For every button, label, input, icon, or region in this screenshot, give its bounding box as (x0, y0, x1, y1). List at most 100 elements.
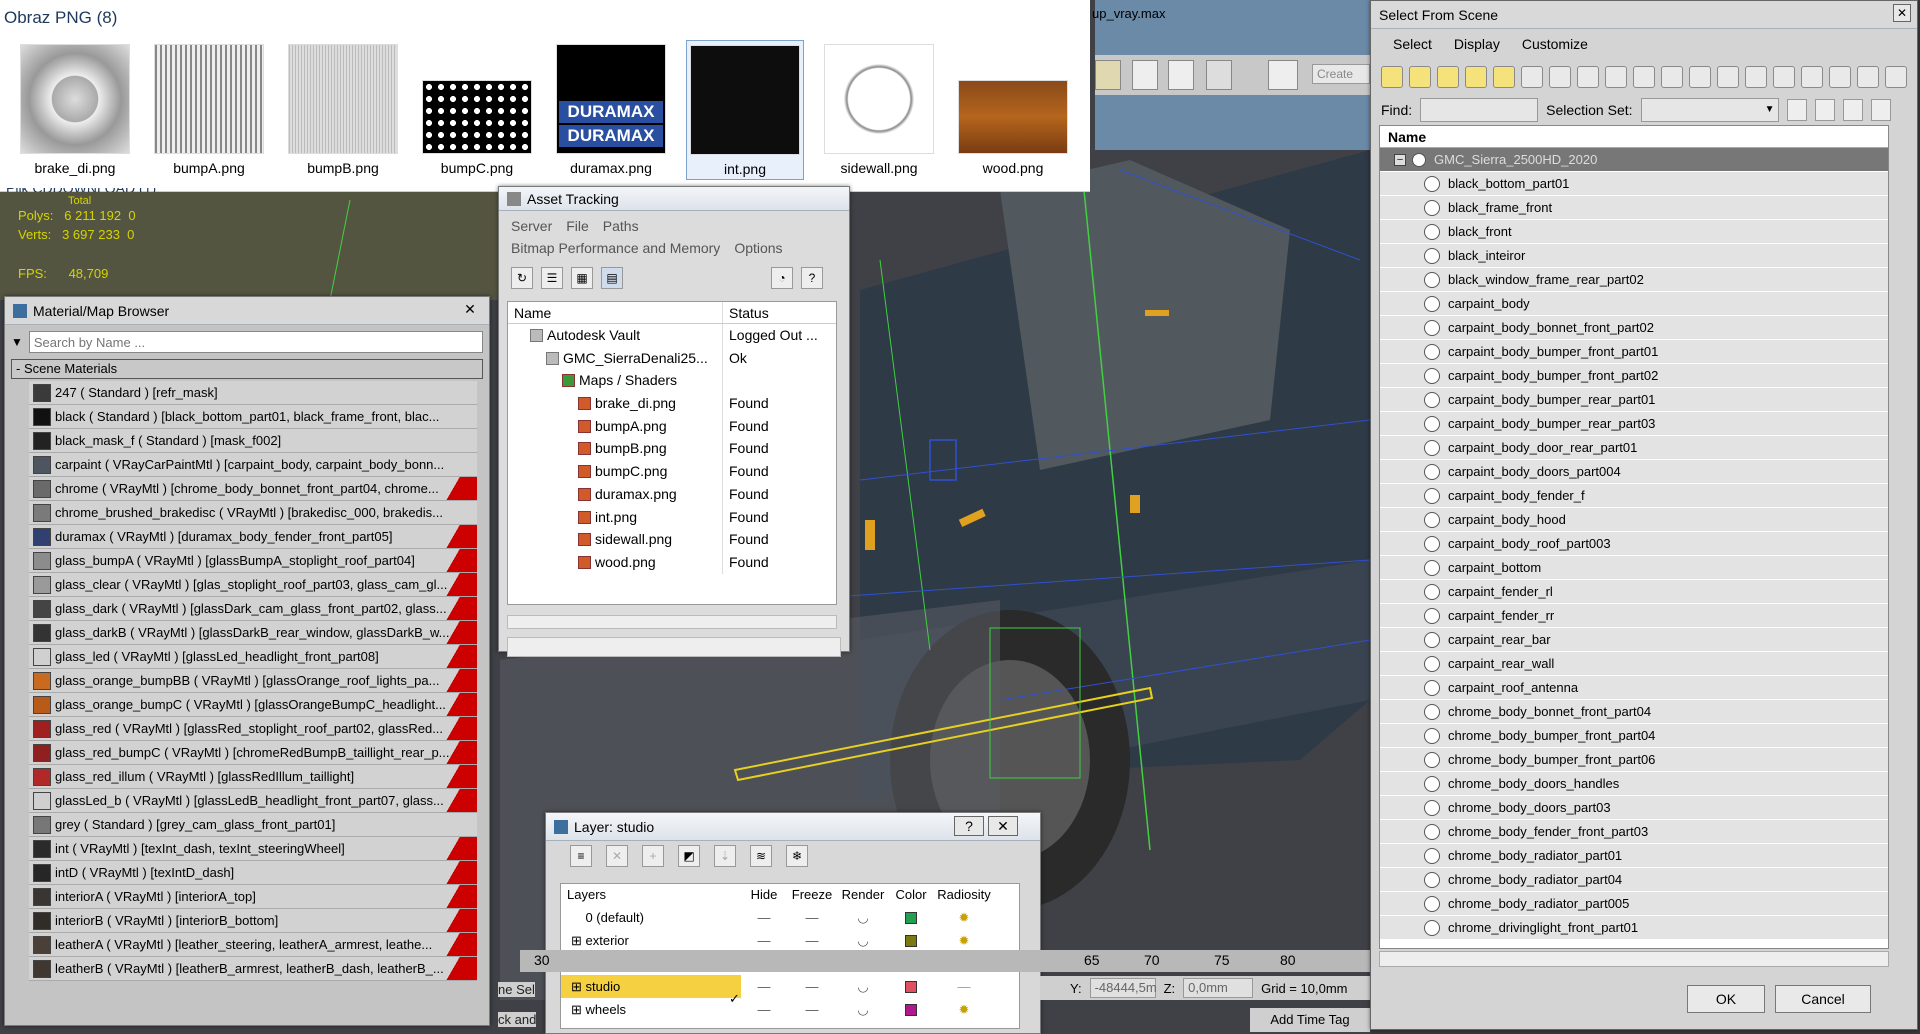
menu-options[interactable]: Options (734, 240, 782, 256)
asset-row[interactable]: sidewall.png Found (508, 528, 836, 551)
material-row[interactable]: int ( VRayMtl ) [texInt_dash, texInt_ste… (29, 837, 477, 861)
layer-color-cell[interactable] (889, 980, 933, 993)
add-time-tag-button[interactable]: Add Time Tag (1250, 1008, 1370, 1032)
thumb-bumpB[interactable]: bumpB.png (284, 40, 402, 180)
table-view-icon[interactable]: ▤ (601, 267, 623, 289)
hide-all-icon[interactable]: ≋ (750, 845, 772, 867)
name-column-header[interactable]: Name (1380, 126, 1888, 148)
layer-row[interactable]: ⊞ wheels — — ◡ ✹ (561, 998, 1019, 1021)
z-coordinate-field[interactable]: 0,0mm (1183, 978, 1254, 998)
layer-color-cell[interactable] (889, 1003, 933, 1016)
asset-row[interactable]: bumpC.png Found (508, 460, 836, 483)
material-row[interactable]: interiorA ( VRayMtl ) [interiorA_top] (29, 885, 477, 909)
scene-object-row[interactable]: carpaint_body_roof_part003 (1380, 532, 1888, 556)
toolbar-icon[interactable] (1206, 60, 1232, 90)
material-search-input[interactable] (28, 331, 483, 353)
lights-filter-icon[interactable] (1437, 66, 1459, 88)
shapes-filter-icon[interactable] (1409, 66, 1431, 88)
scene-object-row[interactable]: carpaint_body_bonnet_front_part02 (1380, 316, 1888, 340)
scene-object-row[interactable]: carpaint_body_bumper_rear_part01 (1380, 388, 1888, 412)
delete-layer-icon[interactable]: ✕ (606, 845, 628, 867)
scene-object-row[interactable]: carpaint_rear_bar (1380, 628, 1888, 652)
radiosity-icon[interactable]: — (933, 975, 995, 998)
scene-object-row[interactable]: carpaint_body_bumper_front_part02 (1380, 364, 1888, 388)
close-icon[interactable]: ✕ (1893, 4, 1911, 22)
find-input[interactable] (1420, 98, 1539, 122)
refresh-icon[interactable]: ↻ (511, 267, 533, 289)
xrefs-filter-icon[interactable] (1577, 66, 1599, 88)
close-icon[interactable]: ✕ (455, 300, 485, 320)
toolbar-icon[interactable] (1168, 60, 1194, 90)
material-row[interactable]: chrome_brushed_brakedisc ( VRayMtl ) [br… (29, 501, 477, 525)
geometry-filter-icon[interactable] (1381, 66, 1403, 88)
horizontal-scrollbar[interactable] (1379, 951, 1889, 967)
col-hide[interactable]: Hide (741, 884, 787, 906)
groups-filter-icon[interactable] (1549, 66, 1571, 88)
scene-object-row[interactable]: chrome_body_doors_part03 (1380, 796, 1888, 820)
asset-row[interactable]: int.png Found (508, 505, 836, 529)
toolbar-icon[interactable] (1132, 60, 1158, 90)
material-row[interactable]: glass_dark ( VRayMtl ) [glassDark_cam_gl… (29, 597, 477, 621)
render-toggle-icon[interactable]: ◡ (837, 906, 889, 929)
scene-object-row[interactable]: carpaint_fender_rl (1380, 580, 1888, 604)
thumbnail-view-icon[interactable]: ▦ (571, 267, 593, 289)
scene-materials-group[interactable]: - Scene Materials (11, 359, 483, 379)
material-row[interactable]: black ( Standard ) [black_bottom_part01,… (29, 405, 477, 429)
layer-row[interactable]: 0 (default) — — ◡ ✹ (561, 906, 1019, 929)
scene-object-row[interactable]: black_bottom_part01 (1380, 172, 1888, 196)
material-row[interactable]: black_mask_f ( Standard ) [mask_f002] (29, 429, 477, 453)
material-browser-titlebar[interactable]: Material/Map Browser (5, 297, 489, 325)
ok-button[interactable]: OK (1687, 985, 1765, 1013)
spacewarps-filter-icon[interactable] (1521, 66, 1543, 88)
col-render[interactable]: Render (837, 884, 889, 906)
thumb-bumpC[interactable]: bumpC.png (418, 40, 536, 180)
scene-object-row[interactable]: black_inteiror (1380, 244, 1888, 268)
material-row[interactable]: glass_clear ( VRayMtl ) [glas_stoplight_… (29, 573, 477, 597)
asset-row[interactable]: bumpB.png Found (508, 437, 836, 461)
col-color[interactable]: Color (889, 884, 933, 906)
asset-row[interactable]: Autodesk Vault Logged Out ... (508, 324, 836, 347)
menu-file[interactable]: File (566, 218, 589, 234)
invert-selection-icon[interactable] (1801, 66, 1823, 88)
column-name[interactable]: Name (508, 302, 723, 323)
scene-object-row[interactable]: carpaint_body_doors_part004 (1380, 460, 1888, 484)
vault-icon[interactable]: ◔ (771, 267, 793, 289)
scene-titlebar[interactable]: Select From Scene (1371, 1, 1917, 29)
thumb-wood[interactable]: wood.png (954, 40, 1072, 180)
menu-customize[interactable]: Customize (1522, 36, 1588, 52)
configure-icon[interactable] (1870, 99, 1891, 121)
containers-filter-icon[interactable] (1633, 66, 1655, 88)
layer-row[interactable]: ⊞ studio ✓ — — ◡ — (561, 975, 1019, 1006)
layer-color-cell[interactable] (889, 911, 933, 924)
sync-selection-icon[interactable] (1857, 66, 1879, 88)
select-layer-icon[interactable]: ◩ (678, 845, 700, 867)
display-children-icon[interactable] (1717, 66, 1739, 88)
material-row[interactable]: glass_red_illum ( VRayMtl ) [glassRedIll… (29, 765, 477, 789)
menu-paths[interactable]: Paths (603, 218, 639, 234)
scene-object-row[interactable]: carpaint_rear_wall (1380, 652, 1888, 676)
material-row[interactable]: duramax ( VRayMtl ) [duramax_body_fender… (29, 525, 477, 549)
scene-object-row[interactable]: chrome_body_bumper_front_part04 (1380, 724, 1888, 748)
scene-object-row[interactable]: carpaint_body_hood (1380, 508, 1888, 532)
scene-object-row[interactable]: chrome_body_bumper_front_part06 (1380, 748, 1888, 772)
render-toggle-icon[interactable]: ◡ (837, 929, 889, 952)
help-icon[interactable]: ? (801, 267, 823, 289)
scene-object-row[interactable]: carpaint_body_bumper_front_part01 (1380, 340, 1888, 364)
horizontal-scrollbar[interactable] (507, 615, 837, 629)
y-coordinate-field[interactable]: -48444,5m (1089, 978, 1157, 998)
asset-row[interactable]: bumpA.png Found (508, 414, 836, 438)
hide-toggle-icon[interactable]: — (741, 929, 787, 952)
select-none-icon[interactable] (1773, 66, 1795, 88)
material-row[interactable]: leatherA ( VRayMtl ) [leather_steering, … (29, 933, 477, 957)
col-layers[interactable]: Layers (561, 884, 741, 906)
scene-object-row[interactable]: carpaint_fender_rr (1380, 604, 1888, 628)
lock-icon[interactable] (1885, 66, 1907, 88)
filter-icon[interactable] (1829, 66, 1851, 88)
render-toggle-icon[interactable]: ◡ (837, 998, 889, 1021)
column-status[interactable]: Status (723, 302, 836, 323)
asset-path-field[interactable] (507, 637, 841, 657)
menu-bitmap-performance[interactable]: Bitmap Performance and Memory (511, 240, 720, 256)
close-icon[interactable]: ✕ (988, 816, 1018, 836)
freeze-toggle-icon[interactable]: — (787, 998, 837, 1021)
hidden-filter-icon[interactable] (1689, 66, 1711, 88)
